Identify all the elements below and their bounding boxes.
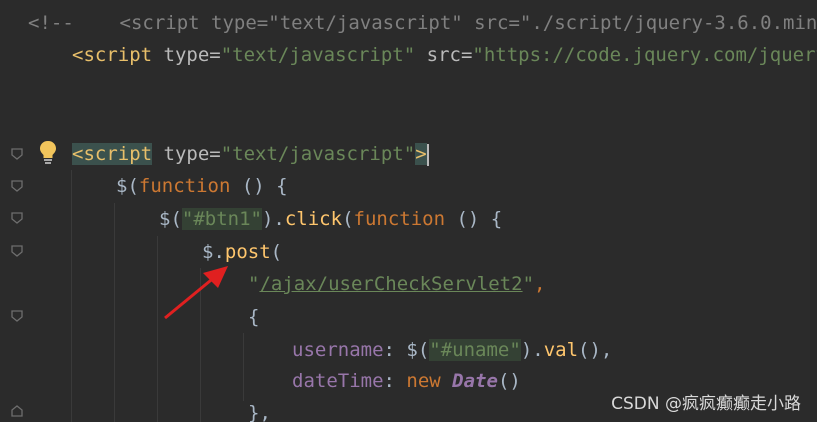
code-line-11: }, bbox=[248, 398, 271, 422]
comma: , bbox=[534, 273, 546, 295]
code-text: () { bbox=[230, 175, 288, 197]
fold-marker-icon[interactable] bbox=[11, 212, 23, 224]
code-line-5: $("#btn1").click(function () { bbox=[159, 204, 502, 234]
indent-guide bbox=[71, 170, 72, 422]
script-tag: <script bbox=[72, 44, 153, 66]
code-line-2: <script type="text/javascript" src="http… bbox=[72, 40, 817, 70]
type-value: "text/javascript" bbox=[220, 143, 416, 165]
code-text: (), bbox=[578, 339, 613, 361]
code-line-9: username: $("#uname").val(), bbox=[292, 335, 612, 365]
fold-marker-icon[interactable] bbox=[11, 310, 23, 322]
src-attribute: src= bbox=[415, 44, 473, 66]
indent-guide bbox=[114, 203, 115, 422]
property-name: username bbox=[292, 339, 384, 361]
fold-marker-icon[interactable] bbox=[11, 180, 23, 192]
property-name: dateTime bbox=[292, 370, 384, 392]
code-line-1: <!-- <script type="text/javascript" src=… bbox=[28, 8, 817, 38]
fold-marker-icon[interactable] bbox=[11, 245, 23, 257]
fold-marker-icon[interactable] bbox=[11, 148, 23, 160]
code-line-6: $.post( bbox=[202, 237, 282, 267]
editor-gutter bbox=[0, 0, 40, 422]
code-text: ). bbox=[520, 339, 544, 361]
url-string[interactable]: /ajax/userCheckServlet2 bbox=[259, 273, 522, 295]
watermark: CSDN @疯疯癫癫走小路 bbox=[611, 394, 801, 414]
jquery-call: $( bbox=[159, 208, 182, 230]
script-tag: <script bbox=[72, 143, 153, 165]
jquery-call: $( bbox=[406, 339, 430, 361]
function-keyword: function bbox=[138, 175, 231, 197]
fold-marker-icon[interactable] bbox=[11, 405, 23, 417]
code-text: ). bbox=[261, 208, 285, 230]
type-value: "text/javascript" bbox=[268, 12, 463, 34]
selector-string: "#btn1" bbox=[181, 208, 262, 230]
lightbulb-icon[interactable] bbox=[38, 139, 58, 165]
quote: " bbox=[522, 273, 535, 295]
code-text: () bbox=[497, 370, 521, 392]
jquery-call: $( bbox=[116, 175, 139, 197]
code-text: ( bbox=[342, 208, 354, 230]
src-value: "./script/jquery-3.6.0.min.js bbox=[519, 12, 817, 34]
indent-guide bbox=[243, 333, 244, 401]
function-keyword: function bbox=[353, 208, 446, 230]
type-attribute: type= bbox=[152, 44, 221, 66]
text-caret bbox=[426, 143, 429, 166]
comment-open: <!-- bbox=[28, 12, 74, 34]
src-value: "https://code.jquery.com/jquery-3 bbox=[472, 44, 817, 66]
script-tag: <script bbox=[119, 12, 200, 34]
code-line-4: $(function () { bbox=[116, 171, 288, 201]
class-name: Date bbox=[452, 370, 498, 392]
code-text: () { bbox=[445, 208, 503, 230]
src-attribute: src= bbox=[462, 12, 520, 34]
quote: " bbox=[248, 273, 260, 295]
code-line-8: { bbox=[248, 302, 259, 332]
indent-guide bbox=[157, 236, 158, 422]
method-name: post bbox=[224, 241, 271, 263]
type-value: "text/javascript" bbox=[220, 44, 416, 66]
method-name: click bbox=[284, 208, 343, 230]
tag-close: > bbox=[415, 143, 427, 165]
code-line-7: "/ajax/userCheckServlet2", bbox=[248, 269, 545, 299]
new-keyword: new bbox=[406, 370, 453, 392]
code-text: ( bbox=[270, 241, 283, 263]
code-text: : bbox=[383, 339, 407, 361]
code-text: }, bbox=[248, 402, 271, 422]
code-text: : bbox=[383, 370, 407, 392]
jquery-object: $. bbox=[202, 241, 225, 263]
selector-string: "#uname" bbox=[429, 339, 521, 361]
code-line-3: <script type="text/javascript"> bbox=[72, 139, 429, 169]
brace: { bbox=[248, 306, 260, 328]
type-attribute: type= bbox=[199, 12, 269, 34]
code-editor[interactable]: <!-- <script type="text/javascript" src=… bbox=[0, 0, 817, 422]
type-attribute: type= bbox=[152, 143, 221, 165]
code-line-10: dateTime: new Date() bbox=[292, 366, 521, 396]
method-name: val bbox=[543, 339, 579, 361]
indent-guide bbox=[200, 268, 201, 422]
